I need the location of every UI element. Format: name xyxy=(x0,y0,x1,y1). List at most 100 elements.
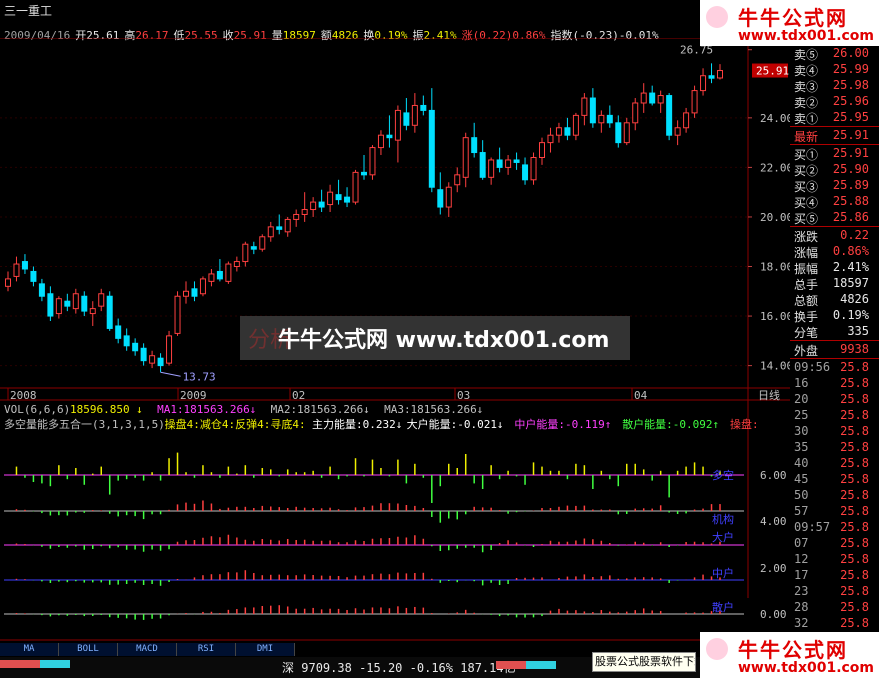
ad-banner[interactable]: 股票公式股票软件下载 xyxy=(592,652,696,672)
candle-body xyxy=(267,226,274,238)
tick-row[interactable]: 20 25.8 xyxy=(790,392,879,408)
candle-body xyxy=(183,290,189,297)
tick-row[interactable]: 09:56 25.8 xyxy=(790,360,879,376)
order-book-row[interactable]: 买④ 25.88 xyxy=(790,194,879,210)
logo-bottom[interactable]: 牛牛公式网 www.tdx001.com xyxy=(700,632,879,678)
tick-row[interactable]: 12 25.8 xyxy=(790,552,879,568)
tick-row[interactable]: 50 25.8 xyxy=(790,488,879,504)
candle-body xyxy=(513,159,520,163)
order-book-latest[interactable]: 最新 25.91 xyxy=(790,128,879,144)
logo-top[interactable]: 牛牛公式网 www.tdx001.com xyxy=(700,0,879,46)
tick-row[interactable]: 25 25.8 xyxy=(790,408,879,424)
indicator-line-text: 多空量能多五合一(3,1,3,1,5) xyxy=(4,417,165,431)
row-value: 25.99 xyxy=(832,62,869,76)
status-index-text: 深 9709.38 -15.20 -0.16% 187.14亿 xyxy=(282,659,516,676)
candle-body xyxy=(598,114,605,124)
order-book-row[interactable]: 买② 25.90 xyxy=(790,162,879,178)
row-label: 57 xyxy=(794,504,809,518)
row-label: 卖③ xyxy=(794,80,819,94)
tab-boll[interactable]: BOLL xyxy=(59,643,118,656)
low-marker-label: 13.73 xyxy=(183,370,216,383)
tick-row[interactable]: 07 25.8 xyxy=(790,536,879,552)
row-label: 17 xyxy=(794,568,809,582)
tick-row[interactable]: 40 25.8 xyxy=(790,456,879,472)
candle-body xyxy=(38,283,45,297)
order-book-row[interactable]: 买③ 25.89 xyxy=(790,178,879,194)
tab-rsi[interactable]: RSI xyxy=(177,643,236,656)
row-label: 09:56 xyxy=(794,360,831,374)
order-book-row[interactable]: 卖④ 25.99 xyxy=(790,62,879,78)
order-book-row[interactable]: 卖③ 25.98 xyxy=(790,78,879,94)
candle-body xyxy=(657,95,664,104)
stat-row[interactable]: 总额 4826 xyxy=(790,292,879,308)
row-value: 25.96 xyxy=(832,94,869,108)
candle-body xyxy=(708,75,715,79)
tick-row[interactable]: 17 25.8 xyxy=(790,568,879,584)
candle-body xyxy=(700,75,707,92)
candle-body xyxy=(233,261,240,268)
tab-ma[interactable]: MA xyxy=(0,643,59,656)
candle-body xyxy=(572,114,579,136)
tick-row[interactable]: 16 25.8 xyxy=(790,376,879,392)
price-axis-label: 24.00 xyxy=(760,112,790,125)
tick-row[interactable]: 09:57 25.8 xyxy=(790,520,879,536)
order-book-row[interactable]: 卖① 25.95 xyxy=(790,110,879,126)
candle-body xyxy=(428,109,435,188)
tab-macd[interactable]: MACD xyxy=(118,643,177,656)
stock-title: 三一重工 xyxy=(4,4,53,18)
row-label: 买④ xyxy=(794,196,819,210)
tick-row[interactable]: 23 25.8 xyxy=(790,584,879,600)
row-label: 外盘 xyxy=(794,344,819,358)
period-label: 日线 xyxy=(758,388,780,402)
indicator-bars xyxy=(15,452,721,620)
tick-row[interactable]: 57 25.8 xyxy=(790,504,879,520)
row-label: 30 xyxy=(794,424,809,438)
row-label: 卖② xyxy=(794,96,819,110)
stat-row[interactable]: 涨跌 0.22 xyxy=(790,228,879,244)
outer-volume-row[interactable]: 外盘 9938 xyxy=(790,342,879,358)
indicator-tag: 散户 xyxy=(712,600,734,614)
stat-row[interactable]: 分笔 335 xyxy=(790,324,879,340)
tick-row[interactable]: 45 25.8 xyxy=(790,472,879,488)
order-book-row[interactable]: 买① 25.91 xyxy=(790,146,879,162)
stat-row[interactable]: 换手 0.19% xyxy=(790,308,879,324)
candle-body xyxy=(479,152,486,178)
candle-body xyxy=(589,97,596,124)
candle-body xyxy=(242,243,249,263)
candle-body xyxy=(72,293,79,310)
status-up-bar xyxy=(0,660,40,668)
tick-row[interactable]: 28 25.8 xyxy=(790,600,879,616)
row-value: 25.8 xyxy=(840,520,869,534)
order-book-row[interactable]: 卖② 25.96 xyxy=(790,94,879,110)
tick-row[interactable]: 32 25.8 xyxy=(790,616,879,632)
tick-row[interactable]: 30 25.8 xyxy=(790,424,879,440)
row-value: 25.91 xyxy=(832,128,869,142)
candle-body xyxy=(539,142,545,158)
row-label: 买① xyxy=(794,148,819,162)
candle-body xyxy=(606,114,613,124)
tick-row[interactable]: 35 25.8 xyxy=(790,440,879,456)
stat-row[interactable]: 总手 18597 xyxy=(790,276,879,292)
vol-line-text: MA2: xyxy=(271,403,298,416)
candle-body xyxy=(191,288,198,297)
candle-body xyxy=(276,226,283,230)
price-axis-label: 22.00 xyxy=(760,161,790,174)
vol-line-text: 181563.266 xyxy=(184,403,250,416)
row-label: 振幅 xyxy=(794,262,819,276)
candle-body xyxy=(555,127,562,136)
tab-dmi[interactable]: DMI xyxy=(236,643,295,656)
order-book-row[interactable]: 卖⑤ 26.00 xyxy=(790,46,879,62)
stat-row[interactable]: 涨幅 0.86% xyxy=(790,244,879,260)
row-value: 0.22 xyxy=(840,228,869,242)
candle-body xyxy=(530,156,537,181)
row-value: 0.19% xyxy=(832,308,869,322)
divider xyxy=(790,144,879,145)
order-book-row[interactable]: 买⑤ 25.86 xyxy=(790,210,879,226)
candle-body xyxy=(225,263,232,282)
candle-body xyxy=(30,270,37,282)
candle-body xyxy=(89,308,96,315)
row-label: 12 xyxy=(794,552,809,566)
candle-body xyxy=(284,218,291,233)
vol-line-text: MA1: xyxy=(157,403,184,416)
stat-row[interactable]: 振幅 2.41% xyxy=(790,260,879,276)
